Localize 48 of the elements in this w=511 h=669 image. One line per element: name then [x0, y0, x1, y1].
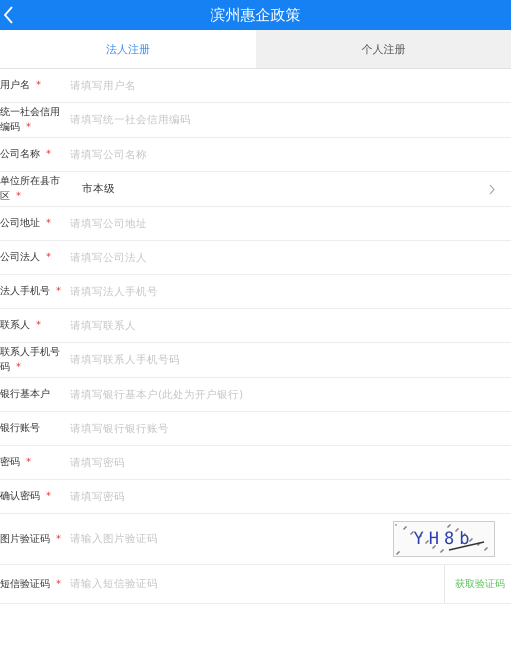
required-mark: *: [16, 362, 21, 373]
field-label: 公司法人 *: [0, 250, 52, 265]
required-mark: *: [26, 122, 31, 133]
input-field[interactable]: 请填写联系人: [70, 320, 507, 332]
field-label: 公司地址 *: [0, 216, 52, 231]
required-mark: *: [56, 286, 61, 297]
input-field[interactable]: 请填写银行银行账号: [70, 422, 507, 434]
input-field[interactable]: 请填写联系人手机号码: [70, 354, 507, 366]
field-label: 用户名 *: [0, 78, 42, 93]
required-mark: *: [26, 457, 31, 468]
tab[interactable]: 个人注册: [256, 30, 511, 68]
field-label: 短信验证码 *: [0, 578, 62, 592]
chevron-right-icon: [489, 184, 495, 194]
required-mark: *: [16, 191, 21, 202]
input-field[interactable]: 请填写法人手机号: [70, 286, 507, 298]
field-label: 确认密码 *: [0, 490, 52, 504]
field-label: 联系人手机号码 *: [0, 346, 61, 375]
required-mark: *: [46, 149, 51, 160]
input-field[interactable]: 请填写密码: [70, 490, 507, 502]
select-value[interactable]: 市本级: [82, 182, 115, 196]
field-label: 单位所在县市区 *: [0, 174, 61, 204]
field-label: 银行账号: [0, 422, 41, 436]
field-label: 法人手机号 *: [0, 284, 62, 299]
required-mark: *: [36, 80, 41, 91]
required-mark: *: [46, 218, 51, 229]
input-field[interactable]: 请输入短信验证码: [70, 578, 444, 590]
input-field[interactable]: 请填写密码: [70, 456, 507, 468]
input-field[interactable]: 请填写公司地址: [70, 218, 507, 230]
page-title: 滨州惠企政策: [210, 6, 300, 24]
required-mark: *: [56, 534, 61, 544]
input-field[interactable]: 请输入图片验证码: [70, 533, 393, 545]
captcha-image[interactable]: YH8b: [393, 521, 495, 557]
input-field[interactable]: 请填写用户名: [70, 80, 507, 92]
field-label: 银行基本户: [0, 388, 51, 402]
required-mark: *: [46, 252, 51, 263]
input-field[interactable]: 请填写银行基本户(此处为开户银行): [70, 388, 507, 400]
required-mark: *: [36, 320, 41, 331]
input-field[interactable]: 请填写公司法人: [70, 252, 507, 264]
back-icon[interactable]: [3, 6, 13, 24]
input-field[interactable]: 请填写统一社会信用编码: [70, 114, 507, 126]
field-label: 密码 *: [0, 456, 32, 470]
input-field[interactable]: 请填写公司名称: [70, 148, 507, 160]
required-mark: *: [56, 578, 61, 590]
required-mark: *: [46, 491, 51, 502]
field-label: 统一社会信用编码 *: [0, 106, 61, 135]
field-label: 联系人 *: [0, 318, 42, 333]
field-label: 公司名称 *: [0, 148, 52, 162]
field-label: 图片验证码 *: [0, 532, 62, 546]
